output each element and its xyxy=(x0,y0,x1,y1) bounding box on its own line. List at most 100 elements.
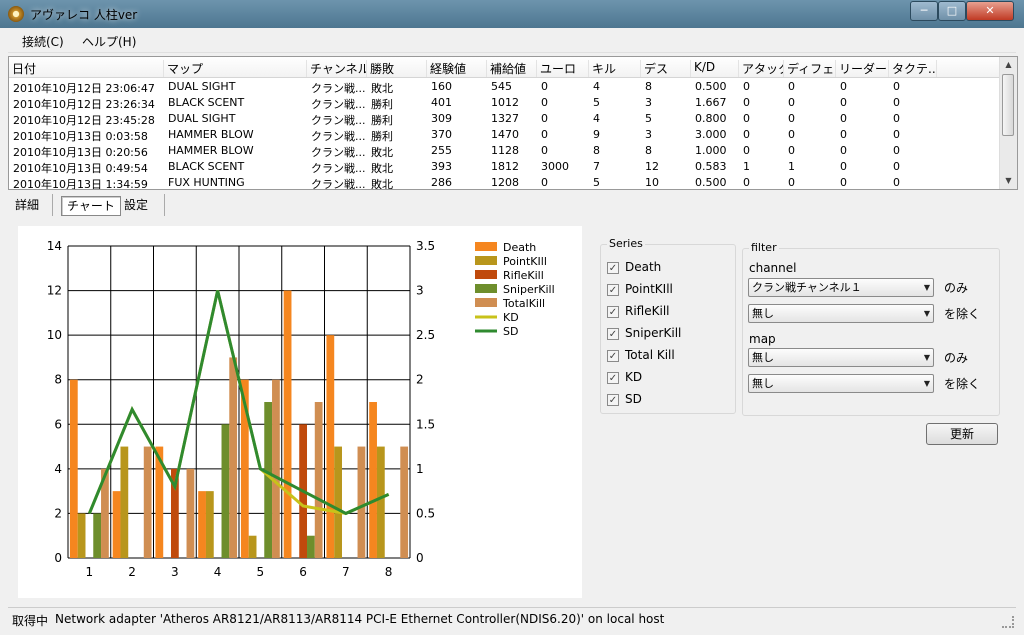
table-cell: 0 xyxy=(840,128,847,141)
minimize-button[interactable]: ─ xyxy=(910,1,938,21)
table-cell: 370 xyxy=(431,128,452,141)
table-row[interactable]: 2010年10月12日 23:26:34 BLACK SCENT クラン戦... 勝利… xyxy=(9,95,999,111)
scroll-up-icon[interactable]: ▲ xyxy=(1000,57,1017,73)
bar-sniperkill xyxy=(307,535,315,558)
bar-death xyxy=(198,491,206,558)
table-cell: 0 xyxy=(541,80,548,93)
y-left-tick-label: 10 xyxy=(47,328,62,342)
column-header[interactable]: ディフェ... xyxy=(784,60,836,77)
status-message: Network adapter 'Atheros AR8121/AR8113/A… xyxy=(55,612,665,626)
title-bar[interactable]: アヴァレコ 人柱ver ─ □ ✕ xyxy=(0,0,1024,28)
series-checkbox-label[interactable]: SD xyxy=(625,392,642,406)
table-cell: 0.500 xyxy=(695,80,727,93)
column-header[interactable]: 補給値 xyxy=(487,60,537,77)
filter-group: filter channel クラン戦チャンネル１ ▼ のみ 無し ▼ を除く … xyxy=(742,241,1000,416)
table-cell: 0 xyxy=(840,160,847,173)
column-header[interactable]: チャンネル xyxy=(307,60,367,77)
y-right-tick-label: 3.5 xyxy=(416,239,435,253)
table-cell: 敗北 xyxy=(371,162,393,175)
table-cell: 8 xyxy=(645,80,652,93)
column-header[interactable]: 経験値 xyxy=(427,60,487,77)
series-checkbox-label[interactable]: PointKIll xyxy=(625,282,673,296)
channel-exclude-select[interactable]: 無し ▼ xyxy=(748,304,934,323)
series-checkbox[interactable]: ✓ xyxy=(607,284,619,296)
column-header[interactable]: マップ xyxy=(164,60,307,77)
maximize-button[interactable]: □ xyxy=(938,1,966,21)
table-cell: 1208 xyxy=(491,176,519,189)
stats-chart: 0246810121400.511.522.533.51 2 3 4 5 6 7 8Death… xyxy=(47,239,555,579)
table-cell: 4 xyxy=(593,80,600,93)
table-cell: 255 xyxy=(431,144,452,157)
series-checkbox[interactable]: ✓ xyxy=(607,350,619,362)
legend-swatch xyxy=(475,270,497,279)
scroll-down-icon[interactable]: ▼ xyxy=(1000,173,1017,189)
table-row[interactable]: 2010年10月13日 1:34:59 FUX HUNTING クラン戦... 敗北 2… xyxy=(9,175,999,189)
column-header[interactable]: リーダー xyxy=(836,60,889,77)
column-header[interactable]: デス xyxy=(641,60,691,77)
series-checkbox-label[interactable]: Total Kill xyxy=(625,348,675,362)
table-cell: 8 xyxy=(645,144,652,157)
column-header[interactable]: キル xyxy=(589,60,641,77)
resize-grip[interactable] xyxy=(1002,616,1014,628)
series-group-title: Series xyxy=(607,237,645,250)
chevron-down-icon: ▼ xyxy=(923,379,930,388)
tab-settings[interactable]: 設定 xyxy=(119,196,153,214)
legend-label: SniperKill xyxy=(503,283,555,296)
column-header[interactable]: ユーロ xyxy=(537,60,589,77)
series-checkbox-label[interactable]: SniperKill xyxy=(625,326,681,340)
bar-death xyxy=(326,335,335,558)
table-cell: 0 xyxy=(788,128,795,141)
map-exclude-select[interactable]: 無し ▼ xyxy=(748,374,934,393)
tab-chart[interactable]: チャート xyxy=(61,196,121,216)
x-tick-label: 2 xyxy=(128,565,136,579)
table-cell: クラン戦... xyxy=(311,114,366,127)
column-header[interactable]: タクテ... xyxy=(889,60,937,77)
x-tick-label: 7 xyxy=(342,565,350,579)
legend-label: RifleKill xyxy=(503,269,544,282)
table-cell: 0 xyxy=(788,112,795,125)
menu-connect[interactable]: 接続(C) xyxy=(22,33,64,50)
series-checkbox[interactable]: ✓ xyxy=(607,372,619,384)
table-cell: 0 xyxy=(743,176,750,189)
series-checkbox-label[interactable]: KD xyxy=(625,370,642,384)
app-icon xyxy=(8,6,24,22)
menu-help[interactable]: ヘルプ(H) xyxy=(82,33,136,50)
series-checkbox[interactable]: ✓ xyxy=(607,306,619,318)
channel-select[interactable]: クラン戦チャンネル１ ▼ xyxy=(748,278,934,297)
table-cell: 勝利 xyxy=(371,130,393,143)
column-header[interactable]: 勝敗 xyxy=(367,60,427,77)
series-checkbox-label[interactable]: Death xyxy=(625,260,661,274)
bar-totalkill xyxy=(314,402,323,558)
table-cell: 勝利 xyxy=(371,114,393,127)
series-checkbox[interactable]: ✓ xyxy=(607,262,619,274)
close-button[interactable]: ✕ xyxy=(966,1,1014,21)
table-row[interactable]: 2010年10月12日 23:45:28 DUAL SIGHT クラン戦... 勝利 3… xyxy=(9,111,999,127)
table-scrollbar[interactable]: ▲ ▼ xyxy=(999,57,1017,189)
scroll-thumb[interactable] xyxy=(1002,74,1014,136)
table-row[interactable]: 2010年10月13日 0:49:54 BLACK SCENT クラン戦... 敗北 3… xyxy=(9,159,999,175)
table-row[interactable]: 2010年10月13日 0:03:58 HAMMER BLOW クラン戦... 勝利 3… xyxy=(9,127,999,143)
table-row[interactable]: 2010年10月12日 23:06:47 DUAL SIGHT クラン戦... 敗北 1… xyxy=(9,79,999,95)
series-checkbox[interactable]: ✓ xyxy=(607,394,619,406)
table-cell: 勝利 xyxy=(371,98,393,111)
legend-label: TotalKill xyxy=(502,297,545,310)
table-row[interactable]: 2010年10月13日 0:20:56 HAMMER BLOW クラン戦... 敗北 2… xyxy=(9,143,999,159)
y-right-tick-label: 1 xyxy=(416,462,424,476)
column-header[interactable]: 日付 xyxy=(9,60,164,77)
update-button[interactable]: 更新 xyxy=(926,423,998,445)
filter-group-title: filter xyxy=(749,241,779,254)
map-select[interactable]: 無し ▼ xyxy=(748,348,934,367)
column-header[interactable]: アタック xyxy=(739,60,784,77)
channel-only-label: のみ xyxy=(944,281,969,295)
table-cell: 3000 xyxy=(541,160,569,173)
column-header[interactable]: K/D xyxy=(691,60,739,77)
table-cell: 0 xyxy=(743,112,750,125)
series-checkbox-label[interactable]: RifleKill xyxy=(625,304,669,318)
legend-swatch xyxy=(475,298,497,307)
series-checkbox[interactable]: ✓ xyxy=(607,328,619,340)
app-window: アヴァレコ 人柱ver ─ □ ✕ 接続(C) ヘルプ(H) 日付 マップ チャンネ… xyxy=(0,0,1024,635)
tab-details[interactable]: 詳細 xyxy=(10,196,44,214)
table-cell: 0 xyxy=(743,128,750,141)
table-cell: 0 xyxy=(840,112,847,125)
x-tick-label: 4 xyxy=(214,565,222,579)
